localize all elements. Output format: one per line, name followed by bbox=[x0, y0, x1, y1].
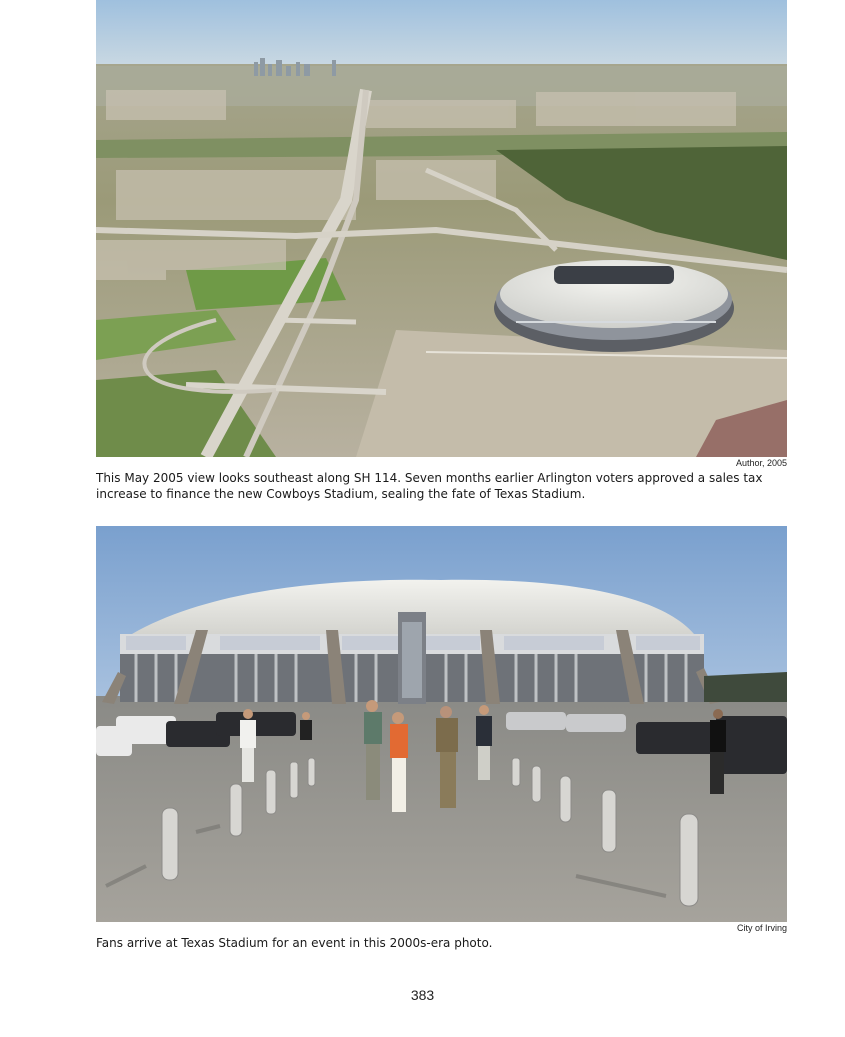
fans-photo bbox=[96, 526, 787, 922]
photo-caption: This May 2005 view looks southeast along… bbox=[96, 471, 763, 501]
aerial-photo bbox=[96, 0, 787, 457]
photo-credit: Author, 2005 bbox=[735, 458, 787, 468]
page-number: 383 bbox=[410, 987, 435, 1003]
photo-caption: Fans arrive at Texas Stadium for an even… bbox=[96, 936, 493, 950]
photo-credit: City of Irving bbox=[736, 923, 787, 933]
fans-photo-image bbox=[96, 526, 787, 922]
aerial-photo-image bbox=[96, 0, 787, 457]
